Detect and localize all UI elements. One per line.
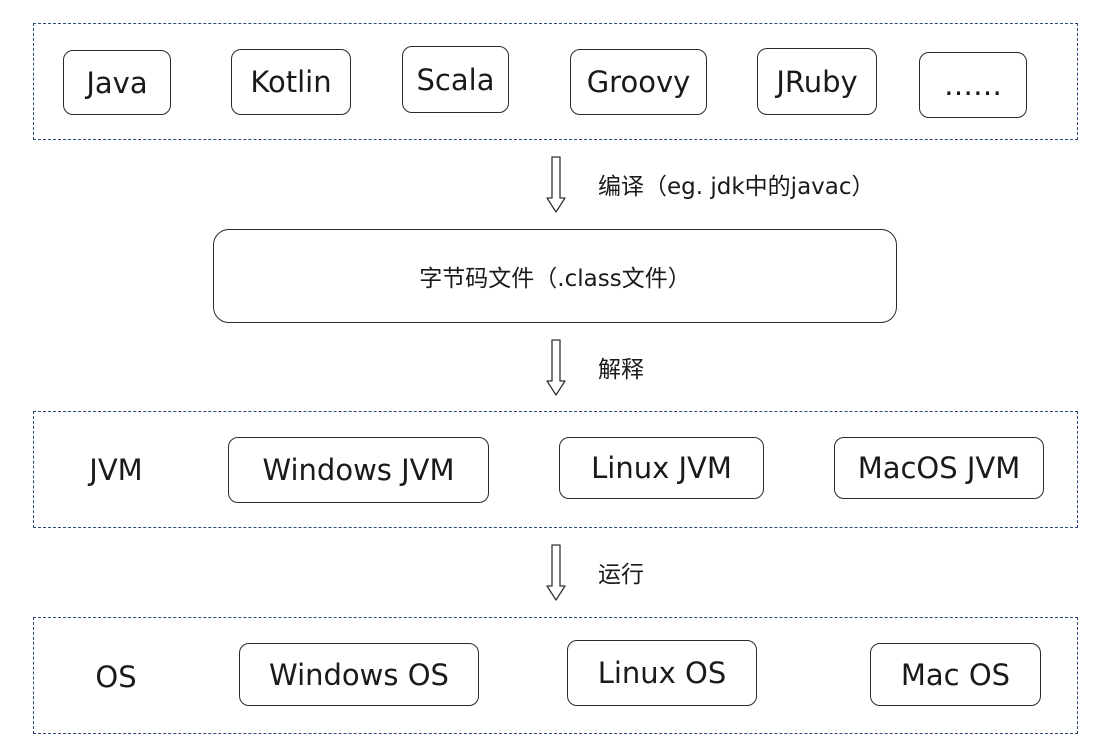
language-groovy: Groovy	[570, 49, 707, 115]
compile-arrow-icon	[546, 156, 566, 213]
language-jruby: JRuby	[757, 48, 877, 115]
compile-label: 编译（eg. jdk中的javac）	[598, 174, 875, 200]
os-windows: Windows OS	[239, 643, 479, 706]
language-java: Java	[63, 50, 171, 115]
jvm-linux: Linux JVM	[559, 437, 764, 499]
interpret-label: 解释	[598, 357, 644, 383]
run-label: 运行	[598, 562, 644, 588]
language-kotlin: Kotlin	[231, 49, 351, 115]
language-more: ……	[919, 52, 1027, 118]
os-linux: Linux OS	[567, 640, 757, 706]
os-title: OS	[95, 660, 137, 694]
jvm-macos: MacOS JVM	[834, 437, 1044, 499]
jvm-windows: Windows JVM	[228, 437, 489, 503]
jvm-title: JVM	[89, 453, 143, 487]
interpret-arrow-icon	[546, 339, 566, 396]
run-arrow-icon	[546, 544, 566, 601]
os-mac: Mac OS	[870, 643, 1041, 706]
language-scala: Scala	[402, 46, 509, 113]
bytecode-box: 字节码文件（.class文件）	[213, 229, 897, 323]
